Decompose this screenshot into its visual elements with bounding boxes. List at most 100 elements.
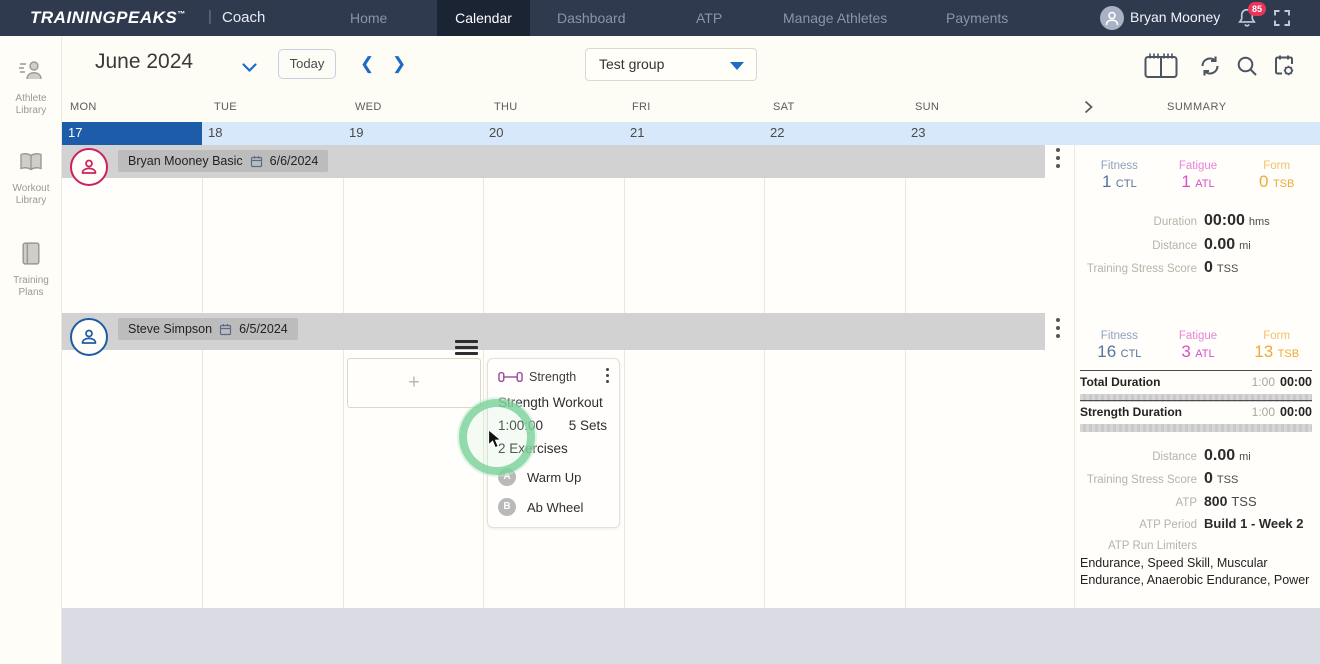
- stat-value: 00:00: [1204, 212, 1245, 230]
- summary-stat-distance: Distance 0.00 mi: [1077, 236, 1315, 254]
- athlete-plan-date: 6/6/2024: [270, 154, 319, 168]
- nav-item-manage-athletes[interactable]: Manage Athletes: [783, 0, 887, 36]
- nav-item-payments[interactable]: Payments: [946, 0, 1008, 36]
- sidebar-item-training-plans[interactable]: Training Plans: [0, 241, 62, 299]
- athlete-row-header-steve[interactable]: Steve Simpson 6/5/2024: [62, 313, 1045, 350]
- athlete-avatar-steve[interactable]: [70, 318, 108, 356]
- duration-label: Total Duration: [1080, 375, 1160, 389]
- duration-planned: 1:00: [1252, 405, 1275, 419]
- week-view-icon[interactable]: [1144, 52, 1178, 84]
- duration-progress-bar: [1080, 424, 1312, 432]
- workout-drop-target[interactable]: +: [347, 358, 481, 408]
- workout-title[interactable]: Strength Workout: [498, 395, 611, 410]
- grid-line: [202, 145, 203, 608]
- sidebar-item-athlete-library[interactable]: Athlete Library: [0, 58, 62, 117]
- workout-exercise-count: 2 Exercises: [498, 441, 611, 456]
- nav-item-dashboard[interactable]: Dashboard: [557, 0, 626, 36]
- workout-card-strength[interactable]: Strength Strength Workout 1:00:00 5 Sets…: [487, 358, 620, 528]
- exercise-label: Warm Up: [527, 470, 581, 485]
- nav-item-home[interactable]: Home: [350, 0, 387, 36]
- workout-type-label: Strength: [529, 370, 576, 384]
- user-avatar[interactable]: [1100, 6, 1124, 30]
- month-chevron-down-icon[interactable]: [242, 60, 257, 78]
- stat-unit: mi: [1239, 240, 1251, 252]
- next-week-button[interactable]: ❯: [392, 50, 406, 78]
- workout-duration: 1:00:00: [498, 418, 543, 433]
- sidebar-item-workout-library[interactable]: Workout Library: [0, 151, 62, 207]
- metric-label: Form: [1237, 160, 1316, 172]
- left-sidebar: Athlete Library Workout Library Training…: [0, 36, 62, 664]
- metric-unit: TSB: [1278, 348, 1299, 360]
- group-select-dropdown[interactable]: Test group: [585, 48, 757, 81]
- today-button[interactable]: Today: [278, 49, 336, 79]
- plus-icon: +: [408, 372, 420, 395]
- day-header-row: MON TUE WED THU FRI SAT SUN SUMMARY: [62, 93, 1320, 122]
- metric-unit: ATL: [1195, 348, 1214, 360]
- summary-header: SUMMARY: [1167, 101, 1227, 113]
- prev-week-button[interactable]: ❮: [360, 50, 374, 78]
- group-selected-value: Test group: [599, 56, 664, 72]
- summary-collapse-chevron-icon[interactable]: [1084, 100, 1093, 119]
- metric-value: 1: [1181, 172, 1190, 191]
- total-duration-row: Total Duration 1:00 00:00: [1080, 370, 1312, 402]
- athlete-row-menu-steve[interactable]: [1056, 318, 1060, 342]
- day-header-sat: SAT: [773, 101, 794, 113]
- form-metric: Form 0 TSB: [1237, 160, 1316, 192]
- stat-label: Training Stress Score: [1077, 263, 1197, 275]
- month-title[interactable]: June 2024: [95, 50, 193, 74]
- summary-stat-distance: Distance 0.00 mi: [1077, 447, 1315, 465]
- duration-planned: 1:00: [1252, 375, 1275, 389]
- strength-duration-row: Strength Duration 1:00 00:00: [1080, 400, 1312, 432]
- search-icon[interactable]: [1236, 55, 1258, 82]
- trainingpeaks-logo[interactable]: TRAININGPEAKS™: [30, 8, 186, 28]
- athlete-name-chip[interactable]: Bryan Mooney Basic 6/6/2024: [118, 150, 328, 172]
- day-header-wed: WED: [355, 101, 382, 113]
- stat-unit: TSS: [1217, 474, 1238, 486]
- stat-label: ATP Period: [1077, 519, 1197, 531]
- athlete-library-icon: [17, 58, 45, 84]
- metric-value: 13: [1254, 342, 1273, 361]
- workout-menu-icon[interactable]: [606, 368, 611, 386]
- drag-handle-icon[interactable]: [455, 340, 478, 358]
- workout-duration-sets-row: 1:00:00 5 Sets: [498, 418, 611, 433]
- athlete-name-chip[interactable]: Steve Simpson 6/5/2024: [118, 318, 298, 340]
- date-cell-20[interactable]: 20: [483, 122, 623, 145]
- date-cell-21[interactable]: 21: [624, 122, 764, 145]
- nav-item-calendar[interactable]: Calendar: [437, 0, 530, 36]
- metric-value: 3: [1181, 342, 1190, 361]
- day-header-mon: MON: [70, 101, 97, 113]
- calendar-icon: [219, 323, 232, 336]
- day-header-tue: TUE: [214, 101, 237, 113]
- date-cell-17[interactable]: 17: [62, 122, 202, 145]
- date-cell-18[interactable]: 18: [202, 122, 342, 145]
- sidebar-item-label: Athlete Library: [0, 93, 62, 117]
- stat-label: ATP: [1077, 497, 1197, 509]
- fullscreen-icon[interactable]: [1272, 8, 1292, 28]
- fatigue-metric: Fatigue 3 ATL: [1159, 330, 1238, 362]
- person-icon: [1100, 6, 1124, 30]
- athlete-name: Steve Simpson: [128, 322, 212, 336]
- date-cell-22[interactable]: 22: [764, 122, 904, 145]
- athlete-row-header-bryan[interactable]: Bryan Mooney Basic 6/6/2024: [62, 145, 1045, 178]
- date-cell-19[interactable]: 19: [343, 122, 483, 145]
- user-name[interactable]: Bryan Mooney: [1130, 9, 1220, 25]
- stat-unit: hms: [1249, 216, 1270, 228]
- sync-icon[interactable]: [1198, 54, 1222, 83]
- calendar-settings-icon[interactable]: [1272, 54, 1296, 83]
- nav-item-atp[interactable]: ATP: [696, 0, 722, 36]
- date-cell-23[interactable]: 23: [905, 122, 1045, 145]
- exercise-item[interactable]: A Warm Up: [498, 468, 611, 486]
- athlete-row-menu-bryan[interactable]: [1056, 148, 1060, 172]
- dumbbell-icon: [498, 370, 523, 384]
- athlete-avatar-bryan[interactable]: [70, 148, 108, 186]
- atp-run-limiters-value: Endurance, Speed Skill, Muscular Enduran…: [1080, 555, 1312, 589]
- grid-line: [343, 145, 344, 608]
- exercise-item[interactable]: B Ab Wheel: [498, 498, 611, 516]
- metric-value: 1: [1102, 172, 1111, 191]
- atp-run-limiters-label: ATP Run Limiters: [1077, 540, 1197, 552]
- summary-stat-tss: Training Stress Score 0 TSS: [1077, 470, 1315, 488]
- trainingpeaks-app: TRAININGPEAKS™ | Coach Home Calendar Das…: [0, 0, 1320, 664]
- metric-label: Fatigue: [1159, 330, 1238, 342]
- calendar-toolbar: June 2024 Today ❮ ❯ Test group: [62, 36, 1320, 93]
- day-header-sun: SUN: [915, 101, 939, 113]
